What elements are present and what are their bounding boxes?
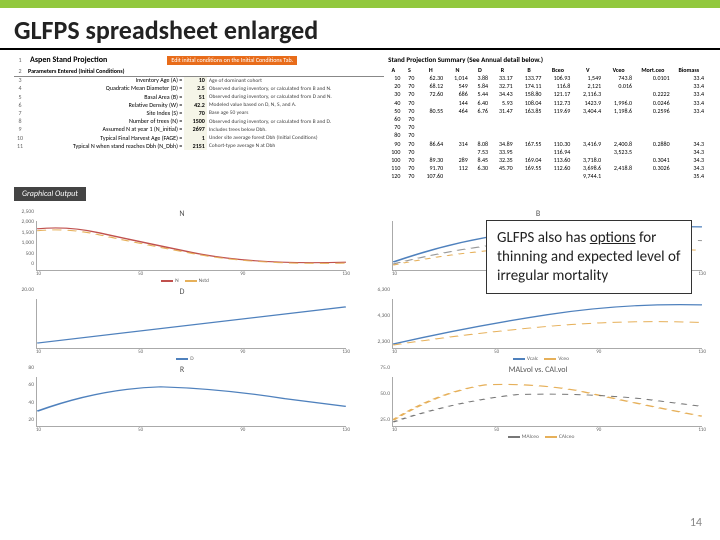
param-row: 11Typical N when stand reaches Dbh (N_Db… [14,142,384,150]
callout-text-a: GLFPS also has [497,229,590,247]
param-row: 4Quadratic Mean Diameter (D) =2.5Observe… [14,85,384,93]
spreadsheet-panel: 1Aspen Stand ProjectionEdit initial cond… [14,54,706,181]
callout-box: GLFPS also has options for thinning and … [486,220,692,294]
summary-table: ASHNDRBBceoVVceoMort.ceoBiomass107062.30… [384,66,706,181]
summary-row: 507080.554646.7631.47163.85119.693,404.4… [384,107,706,115]
params-header: Parameters Entered (Initial Conditions) [26,68,384,77]
chart-r: R 80604020 105090130 [14,365,350,437]
chart-maicai: MALvol vs. CAI.vol 75.050.025.0 10509011… [370,365,706,437]
summary-row: 7070 [384,124,706,132]
summary-row: 8070 [384,132,706,140]
summary-block: Stand Projection Summary (See Annual det… [384,54,706,181]
param-row: 9Assumed N at year 1 (N_initial) =2697In… [14,126,384,134]
chart-b-title: B [370,209,706,219]
slide-title: GLFPS spreadsheet enlarged [0,8,720,50]
aspen-header: Aspen Stand Projection [26,54,165,68]
chart-n: N 2,5002,0001,5001,0005000 105090130 NNs… [14,209,350,281]
summary-row: 6070 [384,116,706,124]
summary-row: 307072.606865.4434.43158.80121.172,116.3… [384,91,706,99]
callout-text-b: options [590,229,636,247]
summary-header: Stand Projection Summary (See Annual det… [384,54,706,66]
page-number: 14 [690,516,702,530]
chart-d: D 20.00 105090130 D [14,287,350,359]
graphical-output-dropdown[interactable]: Graphical Output [14,187,86,201]
chart-m-title: MALvol vs. CAI.vol [370,365,706,375]
edit-note: Edit initial conditions on the Initial C… [167,56,297,65]
accent-bar [0,0,720,8]
chart-r-title: R [14,365,350,375]
chart-n-title: N [14,209,350,219]
parameters-block: 1Aspen Stand ProjectionEdit initial cond… [14,54,384,181]
summary-row: 907086.643148.0834.89167.55110.303,416.9… [384,140,706,148]
parameter-table: 3Inventory Age (A) =10Age of dominant co… [14,77,384,151]
summary-row: 12070107.609,744.135.4 [384,173,706,181]
chart-v: V 6,3004,3002,300 105090130 VcalcVceo [370,287,706,359]
chart-d-title: D [14,287,350,297]
